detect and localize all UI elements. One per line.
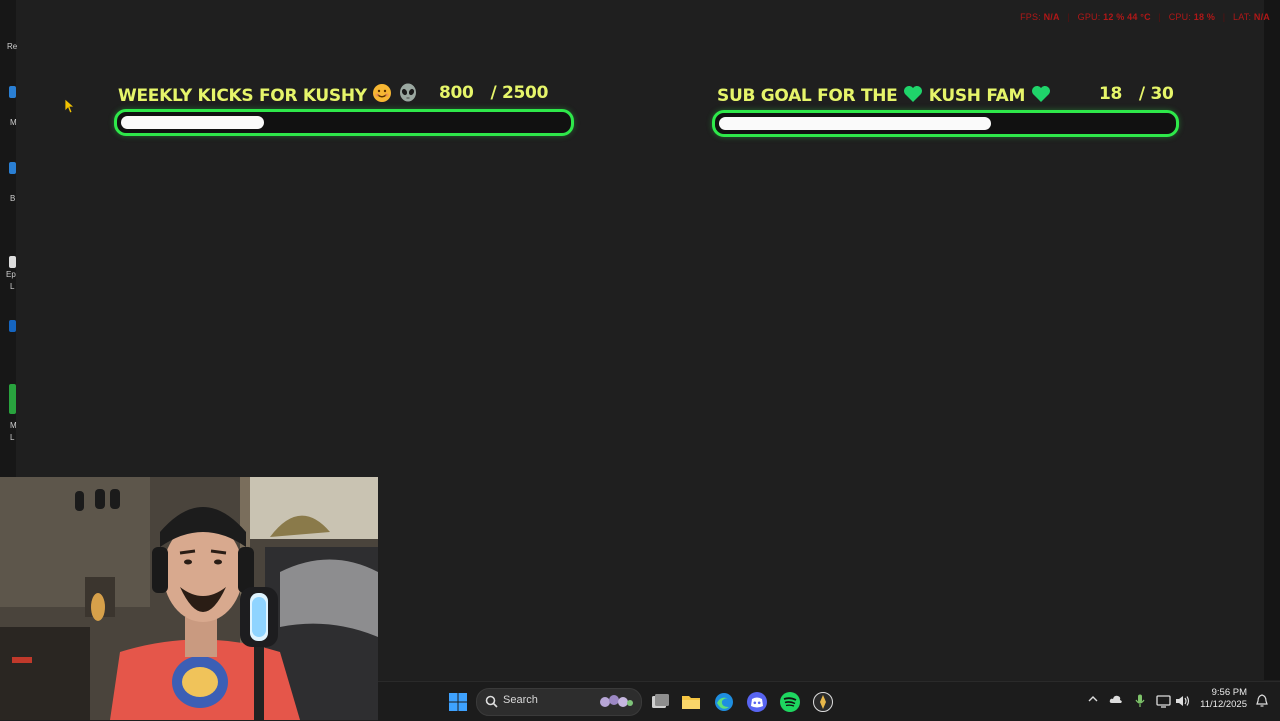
desktop-app-icon[interactable] (9, 86, 16, 98)
webcam-scene-image (0, 477, 378, 720)
goal-count: 800 / 2500 (439, 83, 548, 103)
search-icon (485, 695, 498, 708)
desktop-app-icon[interactable] (9, 162, 16, 174)
goal-target: / 2500 (490, 83, 549, 103)
desktop-app-icon[interactable] (9, 384, 16, 414)
taskbar-search-box[interactable]: Search (476, 688, 642, 716)
goal-title-text-part2: KUSH FAM (928, 86, 1026, 106)
alien-emoji-icon (400, 83, 417, 102)
gpu-label: GPU: (1077, 12, 1101, 22)
desktop-icons-strip: Re M B Ep L M L (0, 0, 18, 478)
file-explorer-icon[interactable] (680, 691, 702, 713)
start-icon[interactable] (447, 691, 469, 713)
goal-title-text: WEEKLY KICKS FOR KUSHY (118, 86, 367, 106)
cloud-icon[interactable] (1109, 694, 1123, 704)
goal-title: WEEKLY KICKS FOR KUSHY (118, 83, 418, 106)
cpu-value: 18 % (1193, 12, 1216, 22)
smiling-face-emoji-icon (373, 84, 392, 102)
goal-progress-fill (719, 117, 991, 130)
clock-time: 9:56 PM (1211, 687, 1247, 698)
desktop-app-icon[interactable] (9, 256, 16, 268)
windows-taskbar: Search 9:56 PM 11/12/2025 (378, 681, 1280, 721)
goal-current: 18 (1099, 84, 1123, 104)
microphone-icon[interactable] (1135, 694, 1145, 708)
desktop-label: M (10, 118, 17, 127)
discord-icon[interactable] (746, 691, 768, 713)
goal-current: 800 (439, 83, 474, 103)
desktop-label: M (10, 421, 17, 430)
fps-label: FPS: (1020, 12, 1041, 22)
right-edge-panel (1264, 0, 1280, 680)
spotify-icon[interactable] (779, 691, 801, 713)
gpu-value: 12 % 44 °C (1103, 12, 1151, 22)
desktop-label: Re (7, 42, 18, 51)
cpu-label: CPU: (1168, 12, 1192, 22)
taskbar-clock[interactable]: 9:56 PM 11/12/2025 (1200, 687, 1247, 711)
desktop-label: Ep (6, 270, 16, 279)
goal-progress-fill (121, 116, 264, 129)
notification-bell-icon[interactable] (1255, 694, 1269, 708)
volume-icon[interactable] (1175, 694, 1191, 708)
desktop-label: L (10, 282, 15, 291)
search-highlight-icon (600, 695, 633, 707)
obs-icon[interactable] (812, 691, 834, 713)
mouse-cursor-icon (64, 98, 74, 114)
goal-progress-bar (114, 109, 574, 136)
task-view-icon[interactable] (649, 691, 671, 713)
goal-count: 18 / 30 (1099, 84, 1174, 104)
fps-value: N/A (1043, 12, 1060, 22)
goal-title-text-part1: SUB GOAL FOR THE (717, 86, 898, 106)
network-icon[interactable] (1156, 694, 1172, 708)
goal-title: SUB GOAL FOR THE KUSH FAM (717, 85, 1051, 106)
goal-target: / 30 (1138, 84, 1174, 104)
edge-icon[interactable] (713, 691, 735, 713)
chevron-up-icon[interactable] (1088, 694, 1098, 704)
goal-progress-bar (712, 110, 1179, 137)
lat-label: LAT: (1233, 12, 1252, 22)
performance-overlay: FPS: N/A | GPU: 12 % 44 °C | CPU: 18 % |… (1020, 12, 1270, 22)
search-label: Search (503, 694, 538, 706)
green-heart-icon (904, 86, 923, 102)
desktop-label: B (10, 194, 16, 203)
lat-value: N/A (1253, 12, 1270, 22)
desktop-app-icon[interactable] (9, 320, 16, 332)
clock-date: 11/12/2025 (1200, 699, 1247, 710)
webcam-feed (0, 477, 378, 720)
desktop-label: L (10, 433, 15, 442)
green-heart-icon (1031, 86, 1050, 102)
